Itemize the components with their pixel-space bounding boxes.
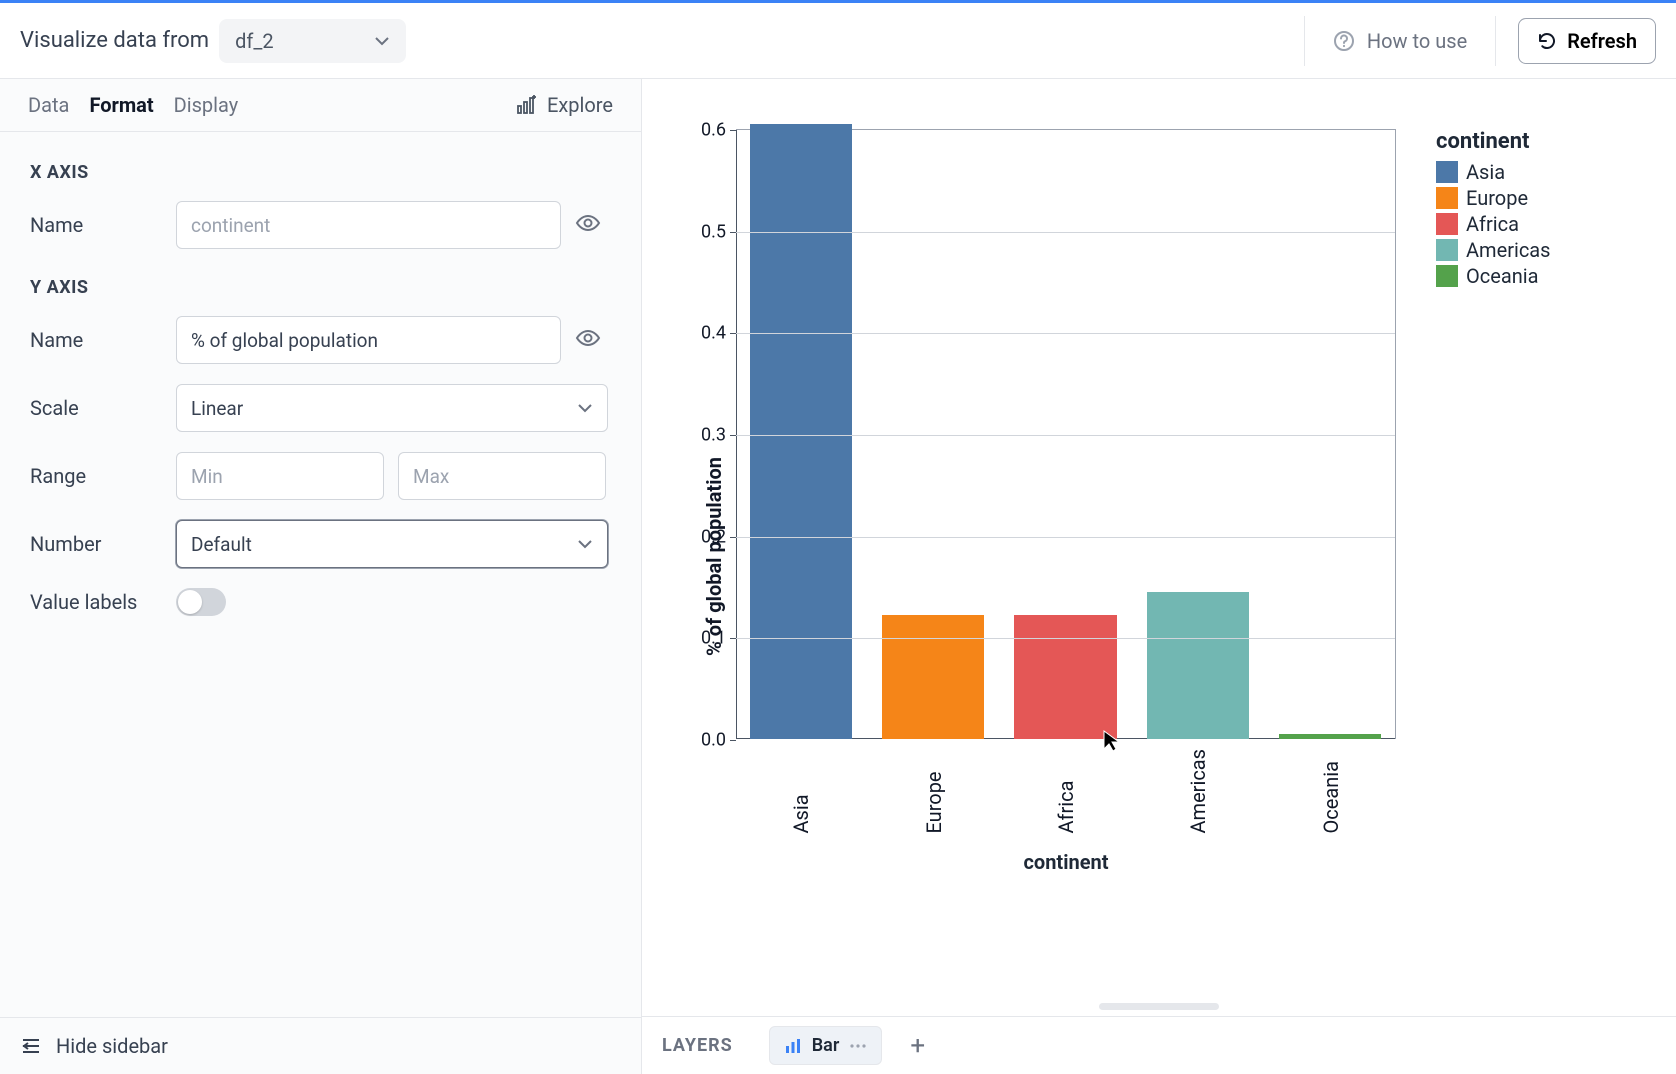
valuelabels-label: Value labels [30, 590, 176, 614]
yaxis-name-label: Name [30, 328, 176, 352]
tab-data[interactable]: Data [28, 93, 69, 117]
refresh-button[interactable]: Refresh [1518, 18, 1656, 64]
dataframe-value: df_2 [235, 29, 274, 53]
yaxis-number-select[interactable]: Default [176, 520, 608, 568]
tab-format[interactable]: Format [89, 93, 153, 117]
yaxis-number-label: Number [30, 532, 176, 556]
legend-label: Europe [1466, 186, 1528, 210]
legend-item[interactable]: Europe [1436, 186, 1551, 210]
bar-chart-icon [784, 1037, 802, 1055]
explore-button[interactable]: Explore [515, 93, 613, 117]
yaxis-range-max-input[interactable] [398, 452, 606, 500]
legend-label: Asia [1466, 160, 1505, 184]
xaxis-name-input[interactable] [176, 201, 561, 249]
legend-item[interactable]: Oceania [1436, 264, 1551, 288]
how-to-use-button[interactable]: How to use [1304, 16, 1496, 66]
yaxis-scale-select[interactable]: Linear [176, 384, 608, 432]
topbar: Visualize data from df_2 How to use Refr… [0, 3, 1676, 79]
add-layer-button[interactable]: + [902, 1031, 933, 1061]
chart-ylabel: % of global population [702, 457, 726, 656]
layers-bar: LAYERS Bar + [642, 1016, 1676, 1074]
legend-item[interactable]: Africa [1436, 212, 1551, 236]
xaxis-visibility-toggle[interactable] [575, 210, 601, 240]
chart-legend: continent AsiaEuropeAfricaAmericasOceani… [1436, 129, 1551, 983]
ytick-label: 0.5 [701, 221, 736, 242]
ytick-label: 0.2 [701, 526, 736, 547]
eye-icon [575, 325, 601, 351]
collapse-sidebar-icon [20, 1035, 42, 1057]
eye-icon [575, 210, 601, 236]
hide-sidebar-label: Hide sidebar [56, 1034, 168, 1058]
dataframe-select[interactable]: df_2 [219, 19, 406, 63]
yaxis-scale-value: Linear [191, 397, 243, 420]
legend-title: continent [1436, 129, 1551, 154]
layers-label: LAYERS [662, 1035, 733, 1056]
legend-swatch [1436, 161, 1458, 183]
bar-asia[interactable] [750, 124, 852, 739]
legend-label: Oceania [1466, 264, 1539, 288]
tab-display[interactable]: Display [174, 93, 239, 117]
ytick-label: 0.3 [701, 425, 736, 446]
legend-label: Americas [1466, 238, 1551, 262]
xtick-label: Oceania [1319, 749, 1343, 834]
ytick-label: 0.1 [701, 628, 736, 649]
refresh-icon [1537, 31, 1557, 51]
explore-label: Explore [547, 93, 613, 117]
bar-oceania[interactable] [1279, 734, 1381, 739]
yaxis-range-label: Range [30, 464, 176, 488]
yaxis-scale-label: Scale [30, 396, 176, 420]
yaxis-range-min-input[interactable] [176, 452, 384, 500]
xtick-label: Asia [789, 749, 813, 834]
xtick-label: Europe [922, 749, 946, 834]
bar-americas[interactable] [1147, 592, 1249, 739]
legend-swatch [1436, 187, 1458, 209]
sidebar: Data Format Display Explore X AXIS Name [0, 79, 642, 1074]
ytick-label: 0.0 [701, 730, 736, 751]
legend-swatch [1436, 239, 1458, 261]
yaxis-number-value: Default [191, 533, 252, 556]
topbar-title: Visualize data from [20, 28, 209, 53]
legend-swatch [1436, 213, 1458, 235]
yaxis-name-input[interactable] [176, 316, 561, 364]
sidebar-tabs: Data Format Display Explore [0, 79, 641, 132]
layer-chip-bar[interactable]: Bar [769, 1026, 883, 1065]
more-icon [849, 1043, 867, 1049]
xtick-label: Africa [1054, 749, 1078, 834]
chevron-down-icon [577, 536, 593, 552]
chart-canvas: % of global population 0.00.10.20.30.40.… [642, 79, 1676, 1074]
how-to-use-label: How to use [1367, 29, 1467, 53]
chart-plot-area: 0.00.10.20.30.40.50.6 [736, 129, 1396, 739]
bar-europe[interactable] [882, 615, 984, 739]
chart-xlabel: continent [736, 850, 1396, 874]
ytick-label: 0.6 [701, 120, 736, 141]
yaxis-visibility-toggle[interactable] [575, 325, 601, 355]
explore-chart-icon [515, 94, 537, 116]
help-icon [1333, 30, 1355, 52]
ytick-label: 0.4 [701, 323, 736, 344]
layer-chip-label: Bar [812, 1035, 840, 1056]
legend-label: Africa [1466, 212, 1519, 236]
legend-swatch [1436, 265, 1458, 287]
chevron-down-icon [374, 33, 390, 49]
xtick-label: Americas [1186, 749, 1210, 834]
chevron-down-icon [577, 400, 593, 416]
legend-item[interactable]: Asia [1436, 160, 1551, 184]
bar-africa[interactable] [1014, 615, 1116, 739]
resize-handle[interactable] [1099, 1003, 1219, 1010]
refresh-label: Refresh [1567, 29, 1637, 53]
xaxis-header: X AXIS [30, 162, 611, 183]
hide-sidebar-button[interactable]: Hide sidebar [0, 1017, 641, 1074]
valuelabels-toggle[interactable] [176, 588, 226, 616]
yaxis-header: Y AXIS [30, 277, 611, 298]
legend-item[interactable]: Americas [1436, 238, 1551, 262]
xaxis-name-label: Name [30, 213, 176, 237]
